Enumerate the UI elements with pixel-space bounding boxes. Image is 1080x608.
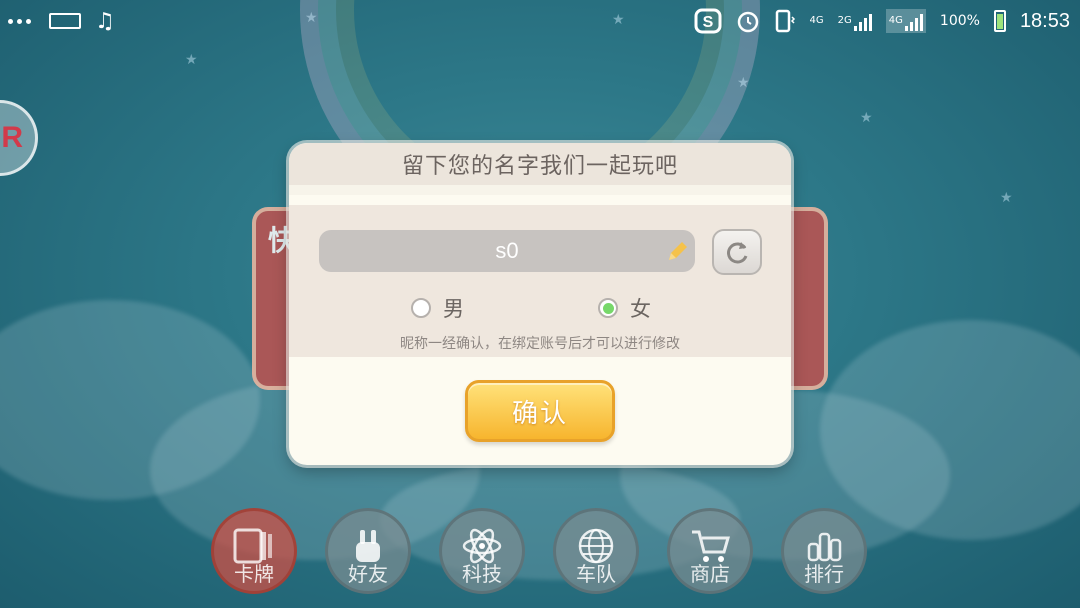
nav-item-ranking[interactable]: 排行 (781, 508, 867, 594)
svg-text:S: S (702, 14, 713, 31)
nav-label: 车队 (576, 562, 616, 586)
name-dialog: 留下您的名字我们一起玩吧 男 女 昵称一经确认，在绑定账号后才可以进行修改 确认 (289, 143, 791, 465)
nav-item-friends[interactable]: 好友 (325, 508, 411, 594)
floating-assistant-button[interactable]: R (0, 100, 38, 176)
pencil-icon (669, 242, 687, 260)
r-logo-icon: R (1, 121, 23, 154)
gender-female-option[interactable]: 女 (598, 293, 651, 323)
nav-label: 排行 (804, 562, 844, 586)
refresh-icon (727, 242, 748, 264)
battery-icon (993, 10, 1006, 32)
nickname-hint: 昵称一经确认，在绑定账号后才可以进行修改 (400, 336, 680, 352)
alarm-icon (736, 9, 760, 33)
dialog-title: 留下您的名字我们一起玩吧 (401, 154, 678, 179)
music-icon: ♫ (95, 8, 115, 34)
nav-item-tech[interactable]: 科技 (439, 508, 525, 594)
star-decoration: ★ (185, 52, 198, 68)
star-decoration: ★ (737, 75, 750, 91)
nickname-input[interactable] (319, 230, 695, 272)
clock: 18:53 (1019, 9, 1070, 32)
radio-female[interactable] (598, 298, 618, 318)
nav-label: 科技 (462, 562, 502, 586)
star-decoration: ★ (1000, 190, 1013, 206)
confirm-button[interactable]: 确认 (465, 380, 615, 442)
radio-male[interactable] (411, 298, 431, 318)
dialog-body: 男 女 昵称一经确认，在绑定账号后才可以进行修改 (289, 205, 791, 357)
bottom-nav: 卡牌 好友 科技 车队 商店 排行 (211, 508, 867, 594)
nav-label: 好友 (348, 562, 388, 586)
nav-item-team[interactable]: 车队 (553, 508, 639, 594)
phone-vibrate-icon (774, 9, 796, 33)
keyboard-icon (49, 13, 81, 29)
nav-item-cards[interactable]: 卡牌 (211, 508, 297, 594)
nav-item-shop[interactable]: 商店 (667, 508, 753, 594)
signal-icon: 4G (809, 15, 824, 26)
star-decoration: ★ (860, 110, 873, 126)
dialog-header: 留下您的名字我们一起玩吧 (289, 143, 791, 195)
more-dots-icon (8, 18, 35, 24)
battery-percent: 100% (939, 13, 980, 29)
gender-male-label: 男 (443, 297, 464, 321)
nav-label: 商店 (690, 562, 730, 586)
nav-label: 卡牌 (234, 562, 274, 586)
gender-female-label: 女 (630, 297, 651, 321)
random-name-button[interactable] (712, 229, 762, 275)
signal-4g-icon: 4G (885, 9, 926, 33)
signal-2g-icon: 2G (838, 11, 872, 31)
status-bar: ♫ S 4G 2G 4G 100% 18:53 (0, 0, 1080, 42)
sogou-icon: S (694, 8, 722, 34)
gender-male-option[interactable]: 男 (411, 293, 464, 323)
